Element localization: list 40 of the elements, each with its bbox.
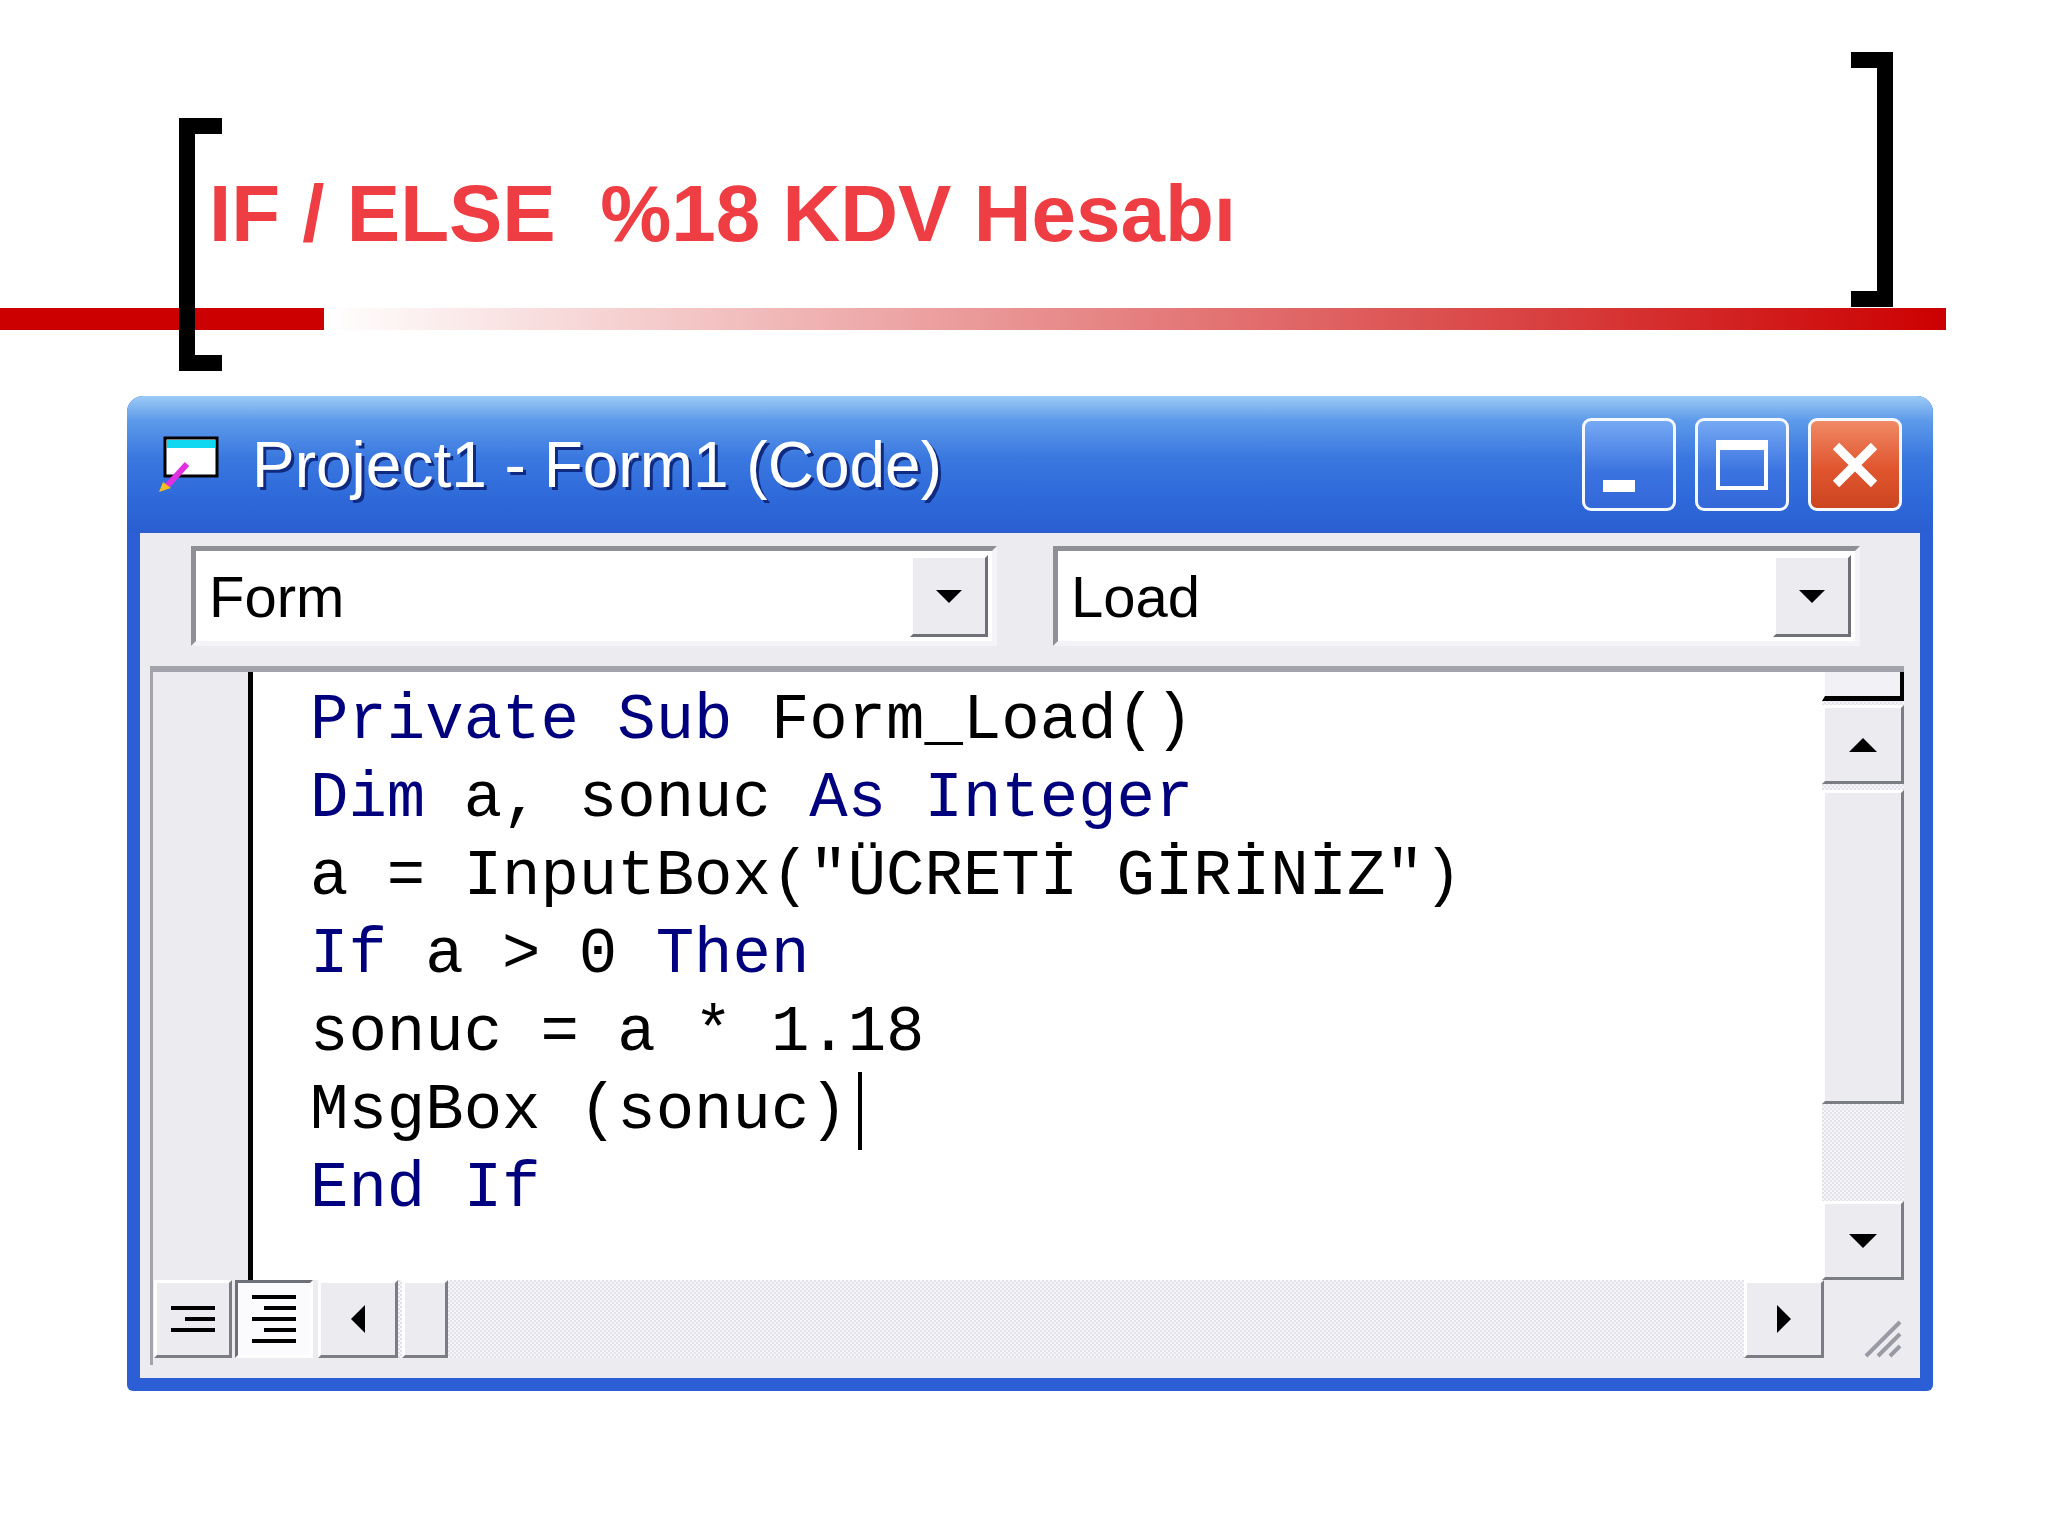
scroll-thumb[interactable] bbox=[1822, 790, 1904, 1104]
up-arrow-icon bbox=[1849, 737, 1877, 752]
scroll-right-button[interactable] bbox=[1744, 1280, 1824, 1358]
procedure-view-button[interactable] bbox=[154, 1280, 232, 1358]
text-lines-icon bbox=[252, 1295, 296, 1343]
right-arrow-icon bbox=[1777, 1305, 1791, 1333]
object-dropdown[interactable]: Form bbox=[191, 546, 997, 646]
caret-icon bbox=[1799, 589, 1825, 603]
close-button[interactable] bbox=[1808, 418, 1902, 511]
scroll-thumb[interactable] bbox=[402, 1280, 448, 1358]
resize-grip[interactable] bbox=[1862, 1318, 1902, 1358]
code-editor[interactable]: Private Sub Form_Load() Dim a, sonuc As Integer a = InputBox("ÜCRETİ GİRİNİZ") If a > 0 Then sonuc = a * 1.18 MsgBox (sonuc) End If bbox=[253, 672, 1822, 1280]
code-line: If a > 0 Then bbox=[310, 918, 810, 993]
minimize-button[interactable] bbox=[1582, 418, 1676, 511]
slide-title: IF / ELSE %18 KDV Hesabı bbox=[209, 168, 1236, 260]
code-line: MsgBox (sonuc) bbox=[310, 1074, 848, 1149]
caret-icon bbox=[936, 589, 962, 603]
code-line: sonuc = a * 1.18 bbox=[310, 996, 925, 1071]
scroll-down-button[interactable] bbox=[1822, 1201, 1904, 1280]
code-line: End If bbox=[310, 1152, 541, 1227]
left-arrow-icon bbox=[351, 1305, 365, 1333]
window-title: Project1 - Form1 (Code) bbox=[252, 427, 942, 502]
scroll-left-button[interactable] bbox=[318, 1280, 398, 1358]
procedure-dropdown[interactable]: Load bbox=[1053, 546, 1860, 646]
code-line: Private Sub Form_Load() bbox=[310, 684, 1194, 759]
window-pencil-icon bbox=[157, 436, 219, 493]
module-view-button[interactable] bbox=[235, 1280, 313, 1358]
code-line: a = InputBox("ÜCRETİ GİRİNİZ") bbox=[310, 840, 1463, 915]
dropdown-button[interactable] bbox=[1773, 555, 1851, 637]
minimize-icon bbox=[1603, 480, 1635, 492]
horizontal-scrollbar[interactable] bbox=[318, 1280, 1824, 1358]
code-line: Dim a, sonuc As Integer bbox=[310, 762, 1194, 837]
scroll-up-button[interactable] bbox=[1822, 705, 1904, 784]
close-icon bbox=[1832, 441, 1878, 488]
maximize-button[interactable] bbox=[1695, 418, 1789, 511]
down-arrow-icon bbox=[1849, 1233, 1877, 1248]
split-handle[interactable] bbox=[1822, 672, 1904, 701]
vertical-scrollbar[interactable] bbox=[1822, 672, 1904, 1280]
dropdown-button[interactable] bbox=[910, 555, 988, 637]
text-lines-icon bbox=[171, 1306, 215, 1332]
